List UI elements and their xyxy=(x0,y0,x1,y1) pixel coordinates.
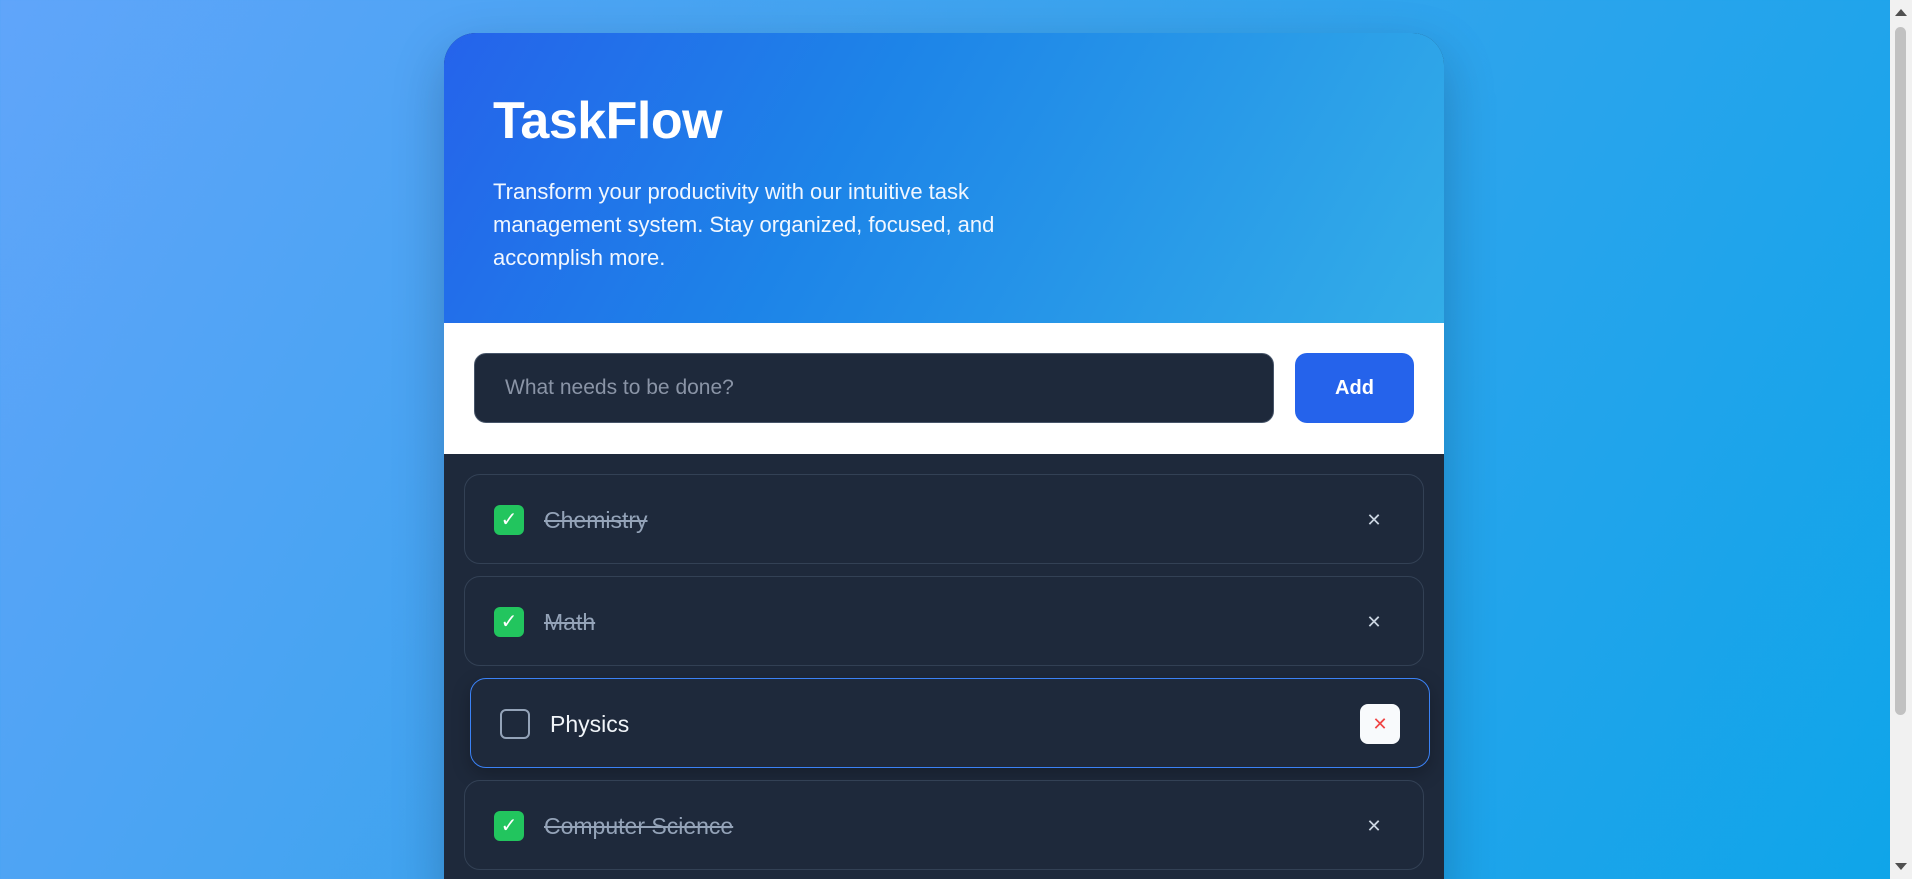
scroll-down-icon[interactable] xyxy=(1895,863,1907,870)
task-checkbox[interactable]: ✓ xyxy=(494,505,524,535)
scrollbar-thumb[interactable] xyxy=(1895,27,1906,715)
task-label: Math xyxy=(544,609,596,635)
hero-header: TaskFlow Transform your productivity wit… xyxy=(444,33,1444,323)
page-scrollbar[interactable] xyxy=(1890,0,1912,879)
task-input-bar: Add xyxy=(444,323,1444,454)
task-item[interactable]: ✓ Math ✕ xyxy=(464,576,1424,666)
task-checkbox[interactable]: ✓ xyxy=(494,811,524,841)
task-checkbox[interactable] xyxy=(500,709,530,739)
scroll-up-icon[interactable] xyxy=(1895,9,1907,16)
task-item[interactable]: ✓ Chemistry ✕ xyxy=(464,474,1424,564)
app-card: TaskFlow Transform your productivity wit… xyxy=(444,33,1444,879)
app-title: TaskFlow xyxy=(493,92,723,150)
task-label: Physics xyxy=(550,711,630,737)
task-item[interactable]: Physics ✕ xyxy=(470,678,1430,768)
task-list: ✓ Chemistry ✕ ✓ Math ✕ Physics ✕ ✓ Compu… xyxy=(444,454,1444,879)
task-label: Chemistry xyxy=(544,507,648,533)
app-subtitle: Transform your productivity with our int… xyxy=(493,179,995,270)
task-item[interactable]: ✓ Computer Science ✕ xyxy=(464,780,1424,870)
task-checkbox[interactable]: ✓ xyxy=(494,607,524,637)
delete-task-icon[interactable]: ✕ xyxy=(1354,602,1394,642)
task-label: Computer Science xyxy=(544,813,734,839)
delete-task-icon[interactable]: ✕ xyxy=(1354,500,1394,540)
add-task-button[interactable]: Add xyxy=(1295,353,1414,423)
delete-task-icon[interactable]: ✕ xyxy=(1354,806,1394,846)
new-task-input[interactable] xyxy=(474,353,1274,423)
delete-task-icon[interactable]: ✕ xyxy=(1360,704,1400,744)
